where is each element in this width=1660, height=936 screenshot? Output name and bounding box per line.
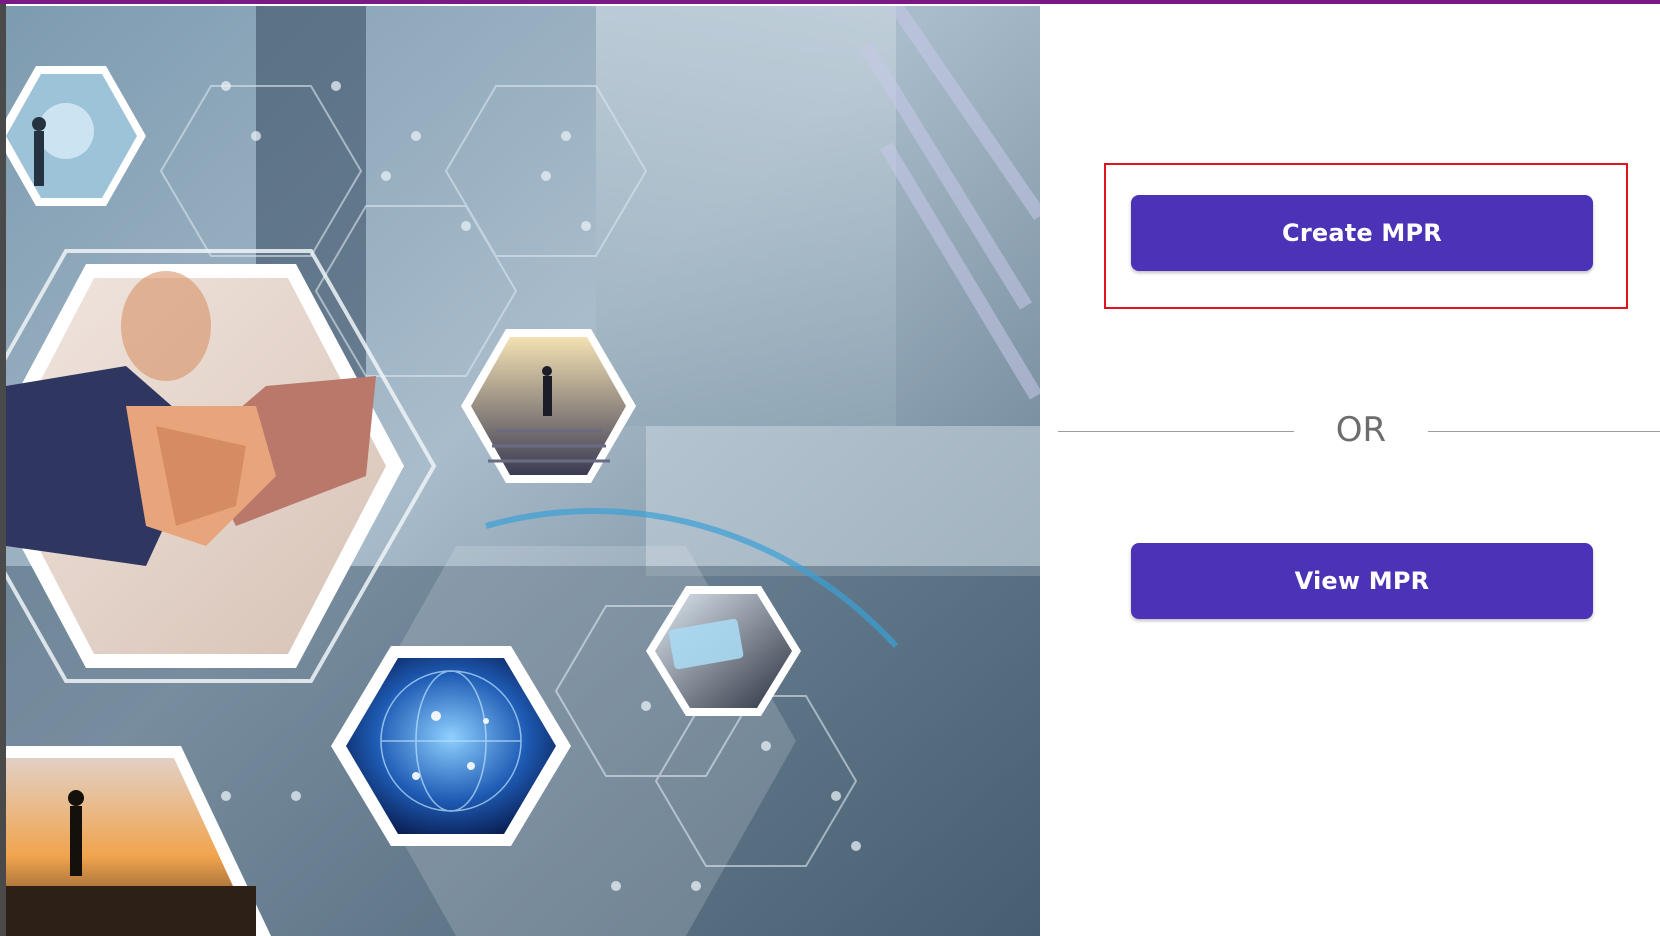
- view-mpr-button[interactable]: View MPR: [1131, 543, 1593, 619]
- create-mpr-button[interactable]: Create MPR: [1131, 195, 1593, 271]
- action-panel: [1040, 4, 1660, 936]
- hero-banner-image: [6, 6, 1040, 936]
- or-divider-left: [1058, 431, 1294, 432]
- or-divider-right: [1428, 431, 1660, 432]
- or-label: OR: [1335, 410, 1387, 450]
